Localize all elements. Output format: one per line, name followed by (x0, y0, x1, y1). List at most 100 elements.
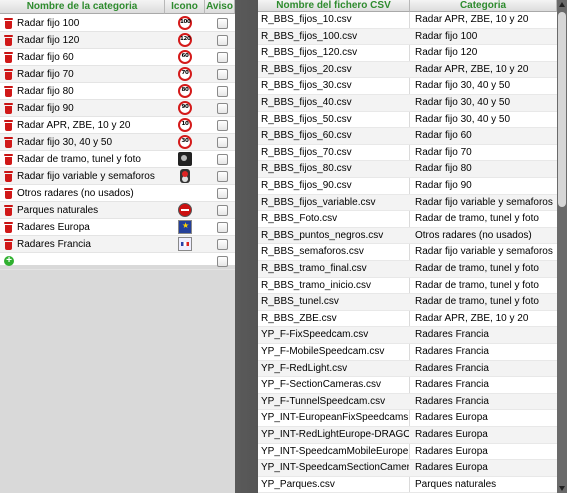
trash-icon[interactable] (4, 103, 13, 114)
category-row[interactable]: Radar fijo 60 60 (0, 49, 235, 66)
trash-icon[interactable] (4, 120, 13, 131)
column-header-csv-file[interactable]: Nombre del fichero CSV (258, 0, 410, 12)
csv-row[interactable]: R_BBS_fijos_60.csv Radar fijo 60 (258, 128, 557, 145)
csv-file-name: R_BBS_puntos_negros.csv (261, 229, 384, 241)
csv-row[interactable]: R_BBS_fijos_variable.csv Radar fijo varia… (258, 194, 557, 212)
csv-row[interactable]: YP_INT-SpeedcamSectionCamer.... Radares E… (258, 460, 557, 477)
csv-row[interactable]: R_BBS_fijos_10.csv Radar APR, ZBE, 10 y 2… (258, 12, 557, 29)
csv-row[interactable]: R_BBS_fijos_30.csv Radar fijo 30, 40 y 50 (258, 78, 557, 95)
trash-icon[interactable] (4, 86, 13, 97)
csv-row[interactable]: YP_INT-SpeedcamMobileEurope.... Radares E… (258, 444, 557, 461)
warning-checkbox[interactable] (217, 120, 228, 131)
category-row[interactable]: Radar fijo 70 70 (0, 66, 235, 83)
trash-icon[interactable] (4, 205, 13, 216)
csv-row[interactable]: R_BBS_fijos_90.csv Radar fijo 90 (258, 178, 557, 195)
trash-icon[interactable] (4, 137, 13, 148)
category-row[interactable]: Radar fijo 30, 40 y 50 30 (0, 134, 235, 151)
trash-icon[interactable] (4, 171, 13, 182)
warning-checkbox[interactable] (217, 137, 228, 148)
csv-row[interactable]: YP_F-TunnelSpeedcam.csv Radares Francia (258, 393, 557, 411)
csv-row[interactable]: YP_INT-RedLightEurope-DRAGO.... Radares E… (258, 427, 557, 444)
scroll-up-arrow-icon[interactable] (559, 2, 565, 7)
csv-file-name: R_BBS_fijos_120.csv (261, 47, 358, 59)
csv-category: Radares Francia (415, 362, 489, 374)
csv-row[interactable]: YP_Parques.csv Parques naturales (258, 477, 557, 493)
csv-row[interactable]: YP_INT-EuropeanFixSpeedcams.... Radares E… (258, 410, 557, 427)
trash-icon[interactable] (4, 18, 13, 29)
warning-checkbox[interactable] (217, 18, 228, 29)
warning-checkbox[interactable] (217, 222, 228, 233)
column-header-icon[interactable]: Icono (165, 0, 205, 14)
column-header-category[interactable]: Categoria (410, 0, 557, 12)
speed-30-icon: 30 (178, 135, 192, 149)
category-row[interactable]: Radares Francia (0, 236, 235, 253)
trash-icon[interactable] (4, 69, 13, 80)
trash-icon[interactable] (4, 52, 13, 63)
warning-checkbox[interactable] (217, 154, 228, 165)
trash-icon[interactable] (4, 239, 13, 250)
column-header-warning[interactable]: Aviso (205, 0, 235, 14)
category-row[interactable]: Parques naturales (0, 202, 235, 219)
category-row[interactable]: Radares Europa (0, 219, 235, 236)
csv-row[interactable]: R_BBS_fijos_20.csv Radar APR, ZBE, 10 y 2… (258, 61, 557, 79)
trash-icon[interactable] (4, 35, 13, 46)
warning-checkbox[interactable] (217, 86, 228, 97)
csv-row[interactable]: R_BBS_Foto.csv Radar de tramo, tunel y fo… (258, 211, 557, 228)
csv-category: Radares Europa (415, 412, 488, 424)
trash-icon[interactable] (4, 154, 13, 165)
csv-row[interactable]: R_BBS_semaforos.csv Radar fijo variable y… (258, 244, 557, 261)
csv-row[interactable]: R_BBS_fijos_100.csv Radar fijo 100 (258, 28, 557, 46)
warning-checkbox[interactable] (217, 205, 228, 216)
category-row[interactable]: Radar fijo 100 100 (0, 15, 235, 32)
csv-row[interactable]: R_BBS_tramo_final.csv Radar de tramo, tun… (258, 261, 557, 278)
warning-checkbox[interactable] (217, 239, 228, 250)
csv-file-name: YP_F-FixSpeedcam.csv (261, 329, 369, 341)
scrollbar-thumb[interactable] (558, 12, 566, 207)
csv-row[interactable]: R_BBS_ZBE.csv Radar APR, ZBE, 10 y 20 (258, 311, 557, 328)
category-row[interactable]: Radar fijo 120 120 (0, 32, 235, 49)
csv-row[interactable]: R_BBS_fijos_50.csv Radar fijo 30, 40 y 50 (258, 112, 557, 129)
csv-category: Radar fijo 100 (415, 30, 478, 42)
csv-category: Radar fijo 60 (415, 130, 472, 142)
csv-row[interactable]: R_BBS_tramo_inicio.csv Radar de tramo, tu… (258, 278, 557, 295)
csv-category: Radar de tramo, tunel y foto (415, 263, 539, 274)
csv-row[interactable]: R_BBS_tunel.csv Radar de tramo, tunel y f… (258, 294, 557, 311)
trash-icon[interactable] (4, 188, 13, 199)
category-row[interactable]: Radar de tramo, tunel y foto (0, 151, 235, 168)
csv-category: Radar fijo variable y semaforos (415, 196, 553, 208)
warning-checkbox[interactable] (217, 171, 228, 182)
add-category-row[interactable]: + (0, 253, 235, 270)
vertical-scrollbar[interactable] (557, 0, 567, 493)
csv-row[interactable]: R_BBS_fijos_80.csv Radar fijo 80 (258, 161, 557, 178)
csv-row[interactable]: YP_F-MobileSpeedcam.csv Radares Francia (258, 344, 557, 361)
csv-row[interactable]: R_BBS_fijos_40.csv Radar fijo 30, 40 y 50 (258, 95, 557, 112)
csv-row[interactable]: YP_F-SectionCameras.csv Radares Francia (258, 377, 557, 394)
warning-checkbox[interactable] (217, 103, 228, 114)
warning-checkbox[interactable] (217, 256, 228, 267)
category-row[interactable]: Radar fijo 90 90 (0, 100, 235, 117)
csv-row[interactable]: R_BBS_fijos_120.csv Radar fijo 120 (258, 45, 557, 62)
warning-checkbox[interactable] (217, 188, 228, 199)
csv-category: Radar fijo 30, 40 y 50 (415, 97, 511, 108)
trash-icon[interactable] (4, 222, 13, 233)
category-row[interactable]: Radar fijo 80 80 (0, 83, 235, 100)
warning-checkbox[interactable] (217, 52, 228, 63)
csv-row[interactable]: R_BBS_fijos_70.csv Radar fijo 70 (258, 145, 557, 162)
category-name: Radar fijo 80 (17, 86, 74, 97)
add-icon[interactable]: + (4, 256, 14, 266)
category-row[interactable]: Radar fijo variable y semaforos (0, 168, 235, 185)
scroll-down-arrow-icon[interactable] (559, 486, 565, 491)
csv-row[interactable]: YP_F-RedLight.csv Radares Francia (258, 360, 557, 378)
csv-category: Otros radares (no usados) (415, 229, 532, 241)
category-row[interactable]: Otros radares (no usados) (0, 185, 235, 202)
csv-file-name: R_BBS_fijos_10.csv (261, 14, 352, 25)
warning-checkbox[interactable] (217, 69, 228, 80)
csv-row[interactable]: YP_F-FixSpeedcam.csv Radares Francia (258, 327, 557, 344)
category-name: Radar fijo variable y semaforos (17, 171, 155, 182)
csv-row[interactable]: R_BBS_puntos_negros.csv Otros radares (no… (258, 227, 557, 245)
column-header-category-name[interactable]: Nombre de la categoria (0, 0, 165, 14)
warning-checkbox[interactable] (217, 35, 228, 46)
category-row[interactable]: Radar APR, ZBE, 10 y 20 10 (0, 117, 235, 134)
csv-category: Parques naturales (415, 478, 497, 490)
csv-file-name: YP_Parques.csv (261, 478, 335, 490)
